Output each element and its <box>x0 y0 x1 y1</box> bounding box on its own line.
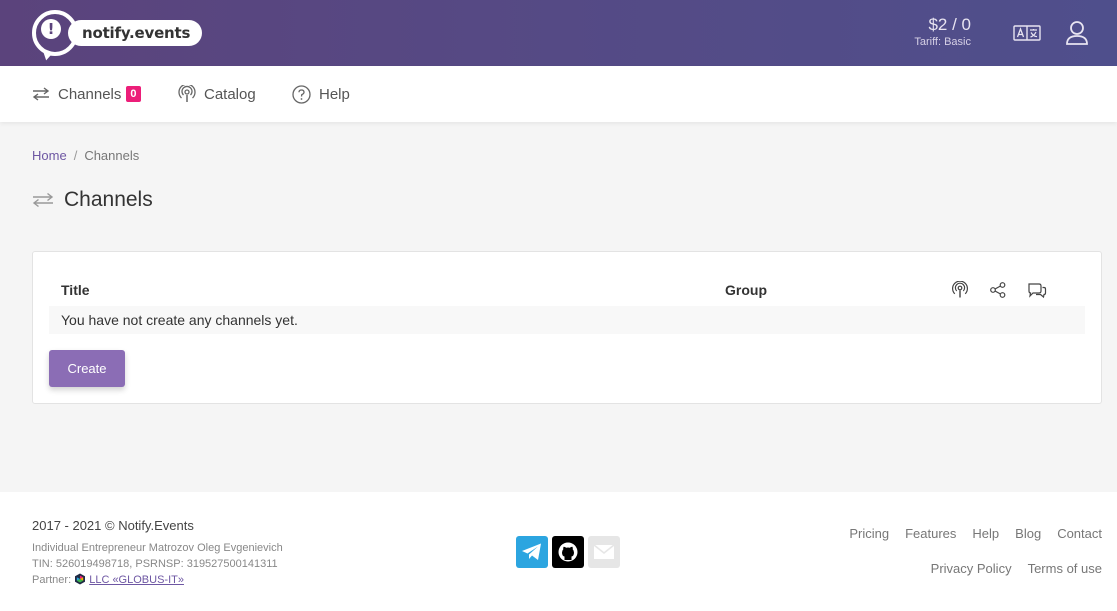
logo-text: notify.events <box>68 20 203 46</box>
empty-message: You have not create any channels yet. <box>61 312 298 328</box>
nav-item-channels[interactable]: Channels 0 <box>32 83 141 105</box>
swap-arrows-icon <box>32 192 54 208</box>
copyright: 2017 - 2021 © Notify.Events <box>32 518 194 533</box>
footer-links-row1: Pricing Features Help Blog Contact <box>833 526 1102 541</box>
column-header-title[interactable]: Title <box>61 282 90 298</box>
logo-exclamation: ! <box>41 19 61 39</box>
podcast-icon <box>178 85 196 102</box>
github-icon[interactable] <box>552 536 584 568</box>
chat-icon <box>1028 283 1047 299</box>
question-circle-icon <box>292 84 311 104</box>
column-header-group[interactable]: Group <box>725 282 767 298</box>
email-icon[interactable] <box>588 536 620 568</box>
partner-link[interactable]: LLC «GLOBUS-IT» <box>89 574 184 586</box>
logo[interactable]: ! notify.events <box>32 10 203 56</box>
breadcrumb-home[interactable]: Home <box>32 148 67 163</box>
breadcrumb-current: Channels <box>84 148 140 163</box>
nav-item-label: Help <box>319 85 350 103</box>
translate-icon[interactable] <box>1013 24 1041 42</box>
footer-link-blog[interactable]: Blog <box>1015 526 1041 541</box>
podcast-icon <box>952 281 968 298</box>
table-empty-row: You have not create any channels yet. <box>49 306 1085 334</box>
balance-amount: $2 / 0 <box>928 15 971 34</box>
footer-links-row2: Privacy Policy Terms of use <box>833 561 1102 576</box>
footer-link-contact[interactable]: Contact <box>1057 526 1102 541</box>
channels-card: Title Group You have not create any chan… <box>32 251 1102 404</box>
globus-logo-icon <box>75 573 86 585</box>
channels-count-badge: 0 <box>126 86 141 102</box>
share-icon <box>990 282 1006 298</box>
footer-link-terms[interactable]: Terms of use <box>1028 561 1102 576</box>
nav-item-catalog[interactable]: Catalog <box>178 83 256 105</box>
main-nav: Channels 0 Catalog Help <box>0 66 1117 122</box>
nav-item-label: Channels <box>58 85 122 103</box>
swap-arrows-icon <box>32 87 50 101</box>
social-links <box>516 536 620 568</box>
nav-item-label: Catalog <box>204 85 256 103</box>
footer-link-privacy[interactable]: Privacy Policy <box>931 561 1012 576</box>
footer: 2017 - 2021 © Notify.Events Individual E… <box>0 492 1117 611</box>
user-icon[interactable] <box>1065 20 1089 46</box>
create-button[interactable]: Create <box>49 350 125 387</box>
footer-link-pricing[interactable]: Pricing <box>849 526 889 541</box>
entrepreneur-name: Individual Entrepreneur Matrozov Oleg Ev… <box>32 542 283 554</box>
nav-item-help[interactable]: Help <box>292 83 350 105</box>
footer-links: Pricing Features Help Blog Contact Privacy P… <box>833 526 1102 576</box>
breadcrumb: Home / Channels <box>32 148 139 163</box>
telegram-icon[interactable] <box>516 536 548 568</box>
tax-ids: TIN: 526019498718, PSRNSP: 3195275001413… <box>32 558 278 570</box>
top-header: ! notify.events $2 / 0 Tariff: Basic <box>0 0 1117 66</box>
legal-info: Individual Entrepreneur Matrozov Oleg Ev… <box>32 540 283 588</box>
partner-line: Partner: LLC «GLOBUS-IT» <box>32 572 283 588</box>
partner-label: Partner: <box>32 574 72 586</box>
page-title-text: Channels <box>64 188 153 211</box>
balance-widget[interactable]: $2 / 0 Tariff: Basic <box>914 15 971 48</box>
breadcrumb-separator: / <box>73 148 78 163</box>
footer-link-help[interactable]: Help <box>972 526 999 541</box>
page-title: Channels <box>32 188 153 212</box>
footer-link-features[interactable]: Features <box>905 526 956 541</box>
tariff-label: Tariff: Basic <box>914 36 971 48</box>
